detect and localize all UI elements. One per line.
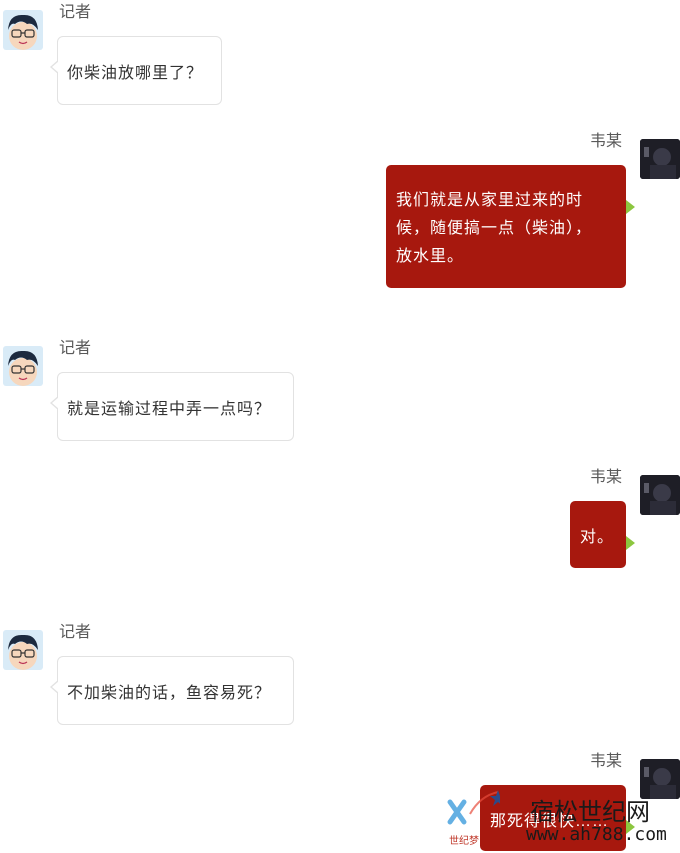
wei-avatar-icon[interactable]	[640, 139, 680, 179]
reporter-avatar-icon[interactable]	[3, 346, 43, 386]
watermark-url: www.ah788.com	[526, 824, 667, 845]
reporter-avatar-icon[interactable]	[3, 630, 43, 670]
message-bubble: 对。	[570, 501, 635, 568]
speaker-name: 记者	[59, 4, 92, 21]
message-text: 对。	[580, 529, 615, 546]
message-bubble: 就是运输过程中弄一点吗？	[50, 372, 294, 441]
speaker-name: 记者	[59, 340, 92, 357]
speaker-name: 记者	[59, 624, 92, 641]
watermark-site-name: 宿松世纪网	[530, 798, 650, 826]
message-text-line: 候，随便搞一点（柴油），	[396, 220, 593, 237]
speaker-name: 韦某	[589, 133, 622, 150]
message-bubble: 我们就是从家里过来的时 候，随便搞一点（柴油）， 放水里。	[386, 165, 635, 288]
message-bubble: 不加柴油的话，鱼容易死？	[50, 656, 294, 725]
message-row-wei: 韦某 我们就是从家里过来的时 候，随便搞一点（柴油）， 放水里。	[0, 130, 680, 300]
message-bubble: 你柴油放哪里了？	[50, 36, 222, 105]
reporter-avatar-icon[interactable]	[3, 10, 43, 50]
message-row-reporter: 记者 你柴油放哪里了？	[0, 0, 680, 110]
message-text: 就是运输过程中弄一点吗？	[67, 401, 272, 418]
message-text-line: 放水里。	[396, 248, 465, 265]
message-row-reporter: 记者 不加柴油的话，鱼容易死？	[0, 620, 680, 730]
message-text-line: 我们就是从家里过来的时	[396, 192, 584, 209]
message-row-wei: 韦某 对。	[0, 466, 680, 576]
speaker-name: 韦某	[589, 753, 622, 770]
speaker-name: 韦某	[589, 469, 622, 486]
message-text: 你柴油放哪里了？	[67, 65, 204, 82]
site-watermark: 世纪梦 宿松世纪网 www.ah788.com	[440, 788, 680, 848]
message-text: 不加柴油的话，鱼容易死？	[67, 685, 272, 702]
wei-avatar-icon[interactable]	[640, 475, 680, 515]
message-row-reporter: 记者 就是运输过程中弄一点吗？	[0, 336, 680, 446]
watermark-subtext: 世纪梦	[449, 836, 479, 847]
